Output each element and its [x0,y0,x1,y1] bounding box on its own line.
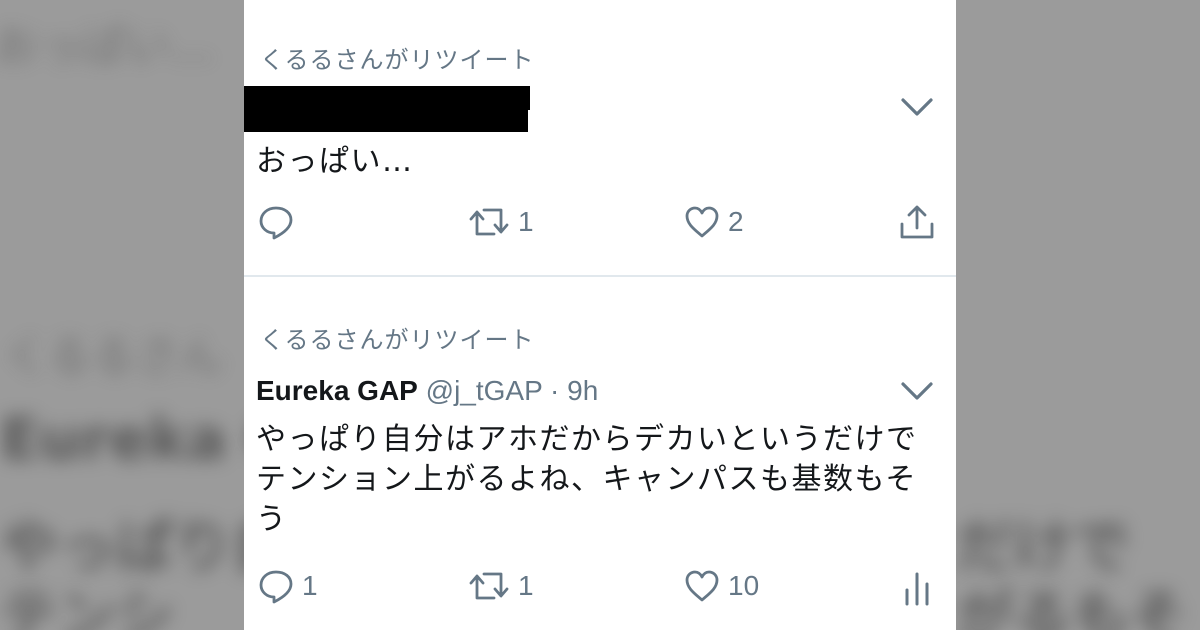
retweet-button[interactable]: 1 [468,570,534,602]
reply-button[interactable] [258,204,302,240]
like-count: 10 [728,570,760,601]
tweet-text-line: う [256,502,288,537]
analytics-icon [905,572,929,606]
heart-icon [685,206,719,238]
retweet-count: 1 [518,206,534,237]
retweet-label: くるるさんがリツイート [260,326,535,354]
blurred-text: がるもそ [956,583,1187,630]
blurred-background-right: だけで がるもそ [956,0,1200,630]
tweet-text: おっぱい… [256,142,414,182]
chevron-down-icon[interactable] [900,380,934,402]
reply-count: 1 [302,570,318,601]
heart-icon [685,570,719,602]
share-button[interactable] [898,204,936,240]
retweet-icon [469,208,509,236]
blurred-background-left: おっぱい… くるるさん Eureka G やっぱり自 テンシ [0,0,244,630]
like-count: 2 [728,206,744,237]
redacted-name [244,86,530,110]
blurred-text: おっぱい… [0,21,214,72]
blurred-text: テンシ [0,583,175,630]
retweet-button[interactable]: 1 [468,206,534,238]
author-handle-time: @j_tGAP · 9h [417,375,599,406]
redacted-handle [244,110,528,132]
timeline: くるるさんがリツイート おっぱい… 1 2 くるるさんがリツイート Eureka… [244,0,956,630]
tweet-text: やっぱり自分はアホだからデカいというだけで テンション上がるよね、キャンパスも基… [256,420,918,540]
analytics-button[interactable] [902,570,932,606]
like-button[interactable]: 10 [684,570,759,602]
share-icon [900,205,934,239]
blurred-text: くるるさん [4,331,224,382]
retweet-label: くるるさんがリツイート [260,46,535,74]
tweet-text-line: やっぱり自分はアホだからデカいというだけで [256,422,918,457]
blurred-text: Eureka G [0,405,244,473]
tweet-text-line: おっぱい… [256,144,414,179]
author-name[interactable]: Eureka GAP [256,375,418,406]
tweet-text-line: テンション上がるよね、キャンパスも基数もそ [256,462,917,497]
tweet-divider [244,275,956,277]
retweet-icon [469,572,509,600]
reply-button[interactable]: 1 [258,568,318,604]
tweet-author[interactable]: Eureka GAP @j_tGAP · 9h [256,374,598,407]
retweet-count: 1 [518,570,534,601]
reply-icon [259,570,293,604]
like-button[interactable]: 2 [684,206,744,238]
reply-icon [259,206,293,240]
chevron-down-icon[interactable] [900,96,934,118]
